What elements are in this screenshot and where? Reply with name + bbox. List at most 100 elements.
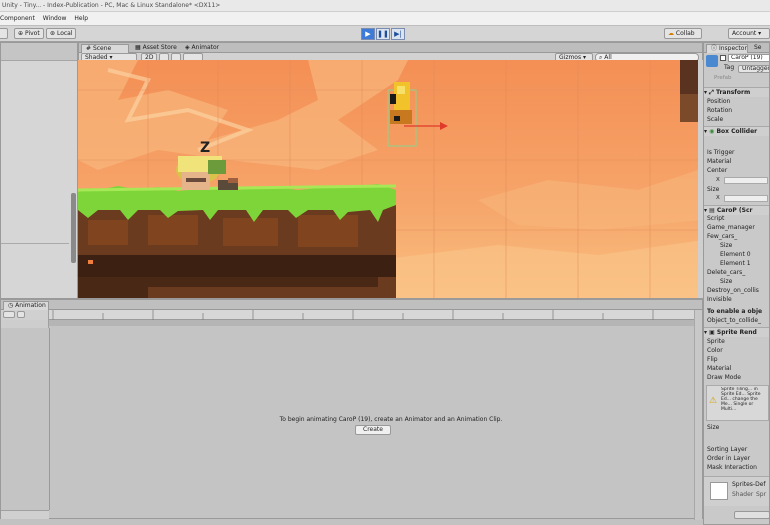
script-field-element-0: Element 0 xyxy=(720,251,751,258)
inspector-tab-row: ⓘ Inspector Se xyxy=(704,43,769,53)
scene-canvas: Z xyxy=(78,60,703,298)
order-in-layer-label: Order in Layer xyxy=(707,455,751,462)
script-field-invisible: Invisible xyxy=(707,296,732,303)
rotation-label: Rotation xyxy=(707,107,733,114)
script-field-delete-cars: Delete_cars_ xyxy=(707,269,746,276)
scale-label: Scale xyxy=(707,116,724,123)
ground-bottom-2 xyxy=(148,277,378,287)
sprite-renderer-header[interactable]: ▾ ▣ Sprite Rend xyxy=(704,327,769,337)
pause-button[interactable]: ❚❚ xyxy=(376,28,390,40)
size-x-field[interactable] xyxy=(724,195,768,202)
script-icon: ▤ xyxy=(709,207,715,214)
create-animation-button[interactable]: Create xyxy=(355,425,391,435)
menu-component[interactable]: Component xyxy=(0,15,35,22)
tab-animation[interactable]: ◷ Animation xyxy=(3,301,49,310)
tab-services[interactable]: Se xyxy=(750,44,769,53)
shader-label: Shader xyxy=(732,491,754,498)
info-icon: ⓘ xyxy=(711,45,718,52)
warning-text: Sprite Tiling... in Sprite Ed... Sprite … xyxy=(721,387,761,412)
ruler-ticks xyxy=(52,310,654,320)
record-button[interactable] xyxy=(17,311,25,318)
animation-empty-message: To begin animating CaroP (19), create an… xyxy=(279,416,503,423)
animator-icon: ◈ xyxy=(185,44,190,51)
inspector-panel: ⓘ Inspector Se CaroP (19) Tag Untagged P… xyxy=(703,42,770,525)
tab-animator[interactable]: ◈ Animator xyxy=(181,44,227,53)
add-component-button[interactable] xyxy=(734,511,769,519)
scale-tool-button[interactable] xyxy=(0,28,8,39)
clip-dropdown[interactable] xyxy=(1,320,49,328)
animation-tab-row: ◷ Animation xyxy=(1,300,702,310)
tab-scene[interactable]: # Scene xyxy=(81,44,129,53)
flip-label: Flip xyxy=(707,356,718,363)
menu-window[interactable]: Window xyxy=(43,15,67,22)
position-label: Position xyxy=(707,98,731,105)
script-component-header[interactable]: ▾ ▤ CaroP (Scr xyxy=(704,205,769,215)
hierarchy-panel xyxy=(0,42,78,299)
color-label: Color xyxy=(707,347,723,354)
local-icon: ⊛ xyxy=(50,30,56,37)
transform-header[interactable]: ▾ ⤢ Transform xyxy=(704,87,769,97)
transform-icon: ⤢ xyxy=(709,89,714,96)
menu-help[interactable]: Help xyxy=(74,15,88,22)
draw-mode-label: Draw Mode xyxy=(707,374,741,381)
sorting-layer-label: Sorting Layer xyxy=(707,446,748,453)
box-collider-header[interactable]: ▾ ◉ Box Collider xyxy=(704,126,769,136)
timeline-ruler[interactable] xyxy=(49,310,694,320)
step-button[interactable]: ▶| xyxy=(391,28,405,40)
scene-tab-row: # Scene ▦ Asset Store ◈ Animator xyxy=(79,43,702,53)
script-field-size-2: Size xyxy=(720,278,733,285)
gameobject-icon xyxy=(706,55,718,67)
preview-button[interactable] xyxy=(3,311,15,318)
sleep-z-symbol: Z xyxy=(200,140,210,156)
enable-note: To enable a obje xyxy=(707,308,763,315)
animation-scrollbar[interactable] xyxy=(694,310,702,520)
store-icon: ▦ xyxy=(135,44,141,51)
menu-bar: Component Window Help xyxy=(0,12,770,26)
script-field-element-1: Element 1 xyxy=(720,260,751,267)
play-button[interactable]: ▶ xyxy=(361,28,375,40)
material-label: Material xyxy=(707,158,732,165)
mask-interaction-label: Mask Interaction xyxy=(707,464,757,471)
shader-value: Spr xyxy=(756,491,767,498)
material-name: Sprites-Def xyxy=(732,481,766,488)
chevron-down-icon: ▾ xyxy=(704,329,708,336)
size-label-2: Size xyxy=(707,424,720,431)
ground-shadow xyxy=(78,255,396,277)
chevron-down-icon: ▾ xyxy=(704,89,708,96)
chevron-down-icon: ▾ xyxy=(704,207,708,214)
pivot-icon: ⊕ xyxy=(18,30,24,37)
timeline-events-bar[interactable] xyxy=(49,320,694,326)
main-toolbar: ⊕ Pivot ⊛ Local ▶ ❚❚ ▶| ☁ Collab Account… xyxy=(0,26,770,42)
local-toggle[interactable]: ⊛ Local xyxy=(46,28,76,39)
warning-icon: ⚠ xyxy=(709,396,718,406)
object-name-field[interactable]: CaroP (19) xyxy=(728,54,769,62)
cloud-icon: ☁ xyxy=(668,30,674,37)
center-x-field[interactable] xyxy=(724,177,768,184)
tag-label: Tag xyxy=(724,64,735,71)
active-checkbox[interactable] xyxy=(720,55,726,61)
dopesheet-toggle[interactable] xyxy=(1,510,49,519)
tab-asset-store[interactable]: ▦ Asset Store xyxy=(131,44,179,53)
account-button[interactable]: Account ▾ xyxy=(728,28,770,39)
animation-controls xyxy=(1,310,49,320)
tag-dropdown[interactable]: Untagged xyxy=(738,65,769,73)
sprite-icon: ▣ xyxy=(709,329,715,336)
chevron-down-icon: ▾ xyxy=(704,128,708,135)
sprite-label: Sprite xyxy=(707,338,725,345)
scene-viewport[interactable]: Z xyxy=(78,60,703,298)
collider-icon: ◉ xyxy=(709,128,715,135)
pivot-toggle[interactable]: ⊕ Pivot xyxy=(14,28,44,39)
enable-note-sub: Object_to_collide_ xyxy=(707,317,762,324)
size-label: Size xyxy=(707,186,720,193)
ground-bottom xyxy=(78,277,148,298)
tab-inspector[interactable]: ⓘ Inspector xyxy=(706,44,748,53)
divider xyxy=(1,243,69,244)
script-field-destroy: Destroy_on_collis xyxy=(707,287,759,294)
hierarchy-scrollbar[interactable] xyxy=(71,193,76,263)
chevron-down-icon: ▾ xyxy=(758,30,762,37)
script-field-script: Script xyxy=(707,215,725,222)
material-thumbnail xyxy=(710,482,728,500)
material-label-2: Material xyxy=(707,365,732,372)
collab-button[interactable]: ☁ Collab xyxy=(664,28,702,39)
window-title: Unity - Tiny... - Index-Publication - PC… xyxy=(0,0,770,12)
